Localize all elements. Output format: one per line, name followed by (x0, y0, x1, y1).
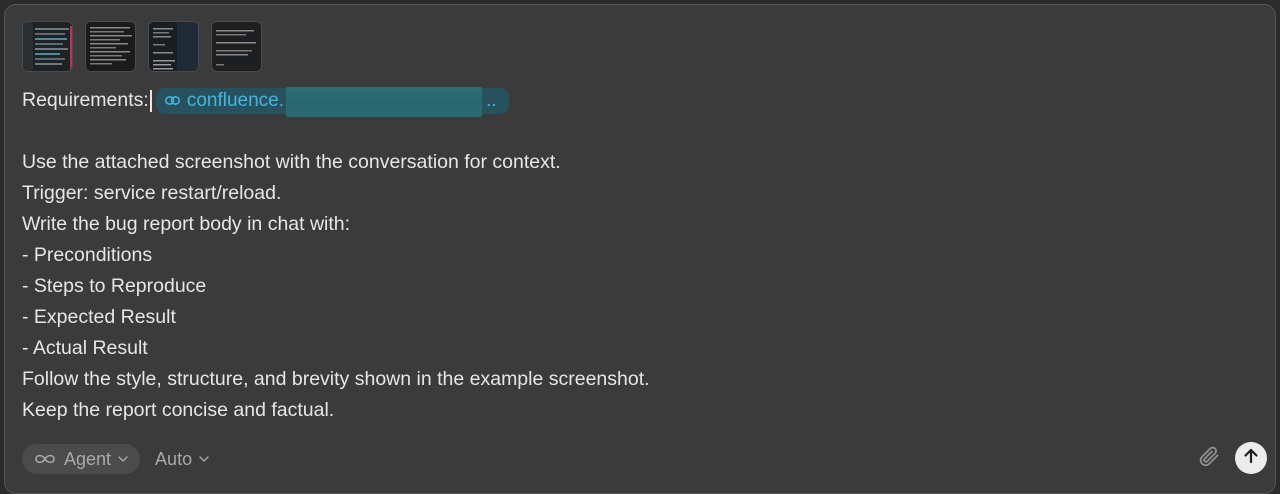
attachment-thumbnail[interactable] (148, 21, 199, 72)
chat-composer: Requirements: confluence. .. Use the att… (4, 4, 1276, 494)
message-input[interactable]: Requirements: confluence. .. Use the att… (22, 85, 1242, 426)
requirements-label: Requirements: (22, 89, 149, 111)
paperclip-icon[interactable] (1197, 444, 1221, 473)
model-selector[interactable]: Auto (155, 449, 209, 470)
model-label: Auto (155, 448, 193, 469)
chevron-down-icon (199, 456, 209, 462)
send-button[interactable] (1235, 442, 1267, 474)
attachment-thumbnail[interactable] (85, 21, 136, 72)
text-line: - Preconditions (22, 244, 153, 266)
infinity-icon (34, 453, 56, 465)
attachment-thumbnails (22, 21, 262, 72)
link-chip[interactable]: confluence. .. (155, 86, 509, 117)
redacted-region (286, 86, 482, 117)
text-cursor (149, 89, 152, 112)
link-text: confluence. (186, 90, 284, 111)
attachment-thumbnail[interactable] (22, 21, 73, 72)
link-icon (164, 92, 181, 109)
text-line: Keep the report concise and factual. (22, 399, 335, 421)
composer-actions (1197, 442, 1267, 474)
mode-label: Agent (64, 448, 112, 469)
text-line: - Expected Result (22, 306, 176, 328)
text-line: - Steps to Reproduce (22, 275, 207, 297)
text-line: Use the attached screenshot with the con… (22, 151, 561, 173)
mode-selector[interactable]: Agent (22, 444, 141, 474)
chevron-down-icon (118, 456, 128, 462)
attachment-thumbnail[interactable] (211, 21, 262, 72)
requirements-line: Requirements: confluence. .. (22, 85, 1242, 117)
composer-toolbar: Agent Auto (22, 444, 209, 474)
link-ellipsis: .. (486, 90, 497, 111)
text-line: Trigger: service restart/reload. (22, 182, 282, 204)
text-line: Write the bug report body in chat with: (22, 213, 351, 235)
arrow-up-icon (1242, 447, 1260, 470)
text-line: - Actual Result (22, 337, 148, 359)
text-line: Follow the style, structure, and brevity… (22, 368, 650, 390)
